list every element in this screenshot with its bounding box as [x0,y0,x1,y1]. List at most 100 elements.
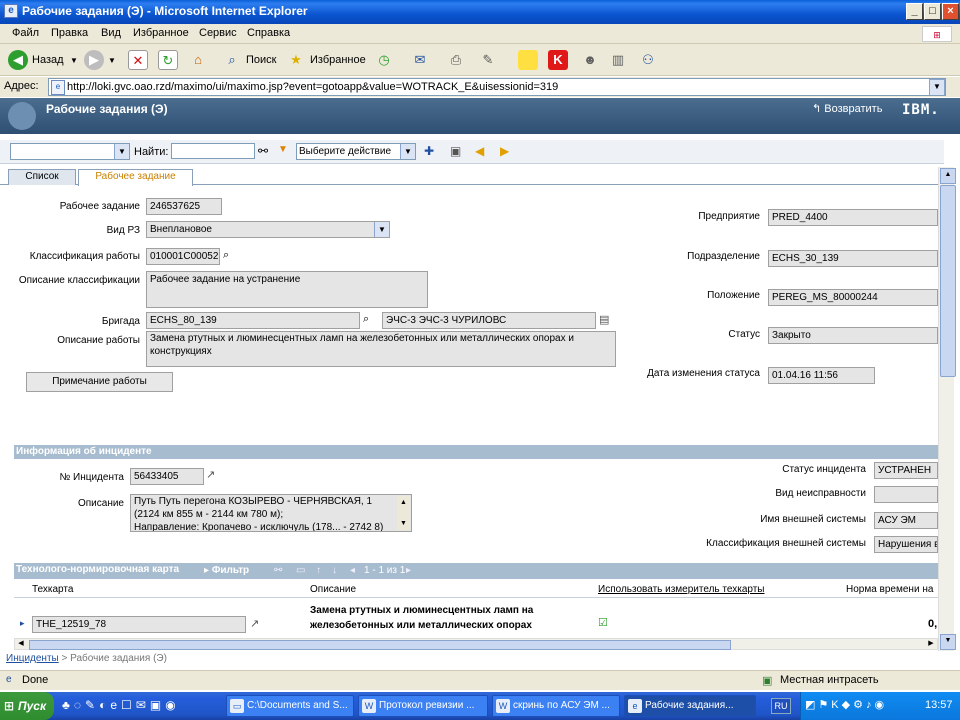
back-button[interactable]: Назад [32,54,64,66]
task-word-protocol[interactable]: W Протокол ревизии ... [358,695,488,717]
mail-icon[interactable]: ✉ [410,50,430,70]
find-dropdown-icon[interactable]: ▼ [278,144,288,155]
messenger-icon[interactable]: ☻ [580,50,600,70]
return-link[interactable]: ↰ Возвратить [812,102,882,115]
menu-help[interactable]: Справка [247,27,290,39]
next-record-icon[interactable]: ▶ [500,144,509,158]
row-use-checkbox[interactable]: ☑ [598,616,608,629]
go-to-icon[interactable]: ↗ [250,617,259,630]
quick-launch-icon[interactable]: ◌ [74,698,85,712]
binoculars-icon[interactable]: ⚯ [258,144,268,158]
previous-record-icon[interactable]: ◀ [475,144,484,158]
tray-icon[interactable]: ⚙ [853,699,866,711]
arrow-down-icon[interactable]: ↓ [332,564,337,577]
forward-dropdown-icon[interactable]: ▼ [108,56,116,65]
refresh-icon[interactable]: ↻ [158,50,178,70]
scroll-right-icon[interactable]: ▶ [925,639,937,649]
menu-file[interactable]: Файл [12,27,39,39]
language-indicator[interactable]: RU [771,698,791,714]
quick-launch-icon[interactable]: ◉ [165,698,179,712]
col-norm-header[interactable]: Норма времени на [846,584,933,595]
work-notes-button[interactable]: Примечание работы [26,372,173,392]
tab-work-order[interactable]: Рабочее задание [78,169,193,186]
research-icon[interactable]: ▥ [608,50,628,70]
scroll-down-icon[interactable]: ▼ [397,517,410,530]
ie-icon[interactable]: e [110,698,121,712]
favorites-button[interactable]: Избранное [310,54,366,66]
quick-launch-icon[interactable]: ◐ [99,698,110,712]
favorites-star-icon[interactable]: ★ [286,50,306,70]
col-desc-header[interactable]: Описание [310,584,356,595]
quick-launch-icon[interactable]: ☐ [121,698,136,712]
search-button[interactable]: Поиск [246,54,276,66]
address-dropdown-icon[interactable]: ▼ [929,79,945,95]
home-icon[interactable]: ⌂ [188,50,208,70]
action-select[interactable]: Выберите действие ▼ [296,143,416,160]
minimize-button[interactable]: _ [906,3,923,20]
back-dropdown-icon[interactable]: ▼ [70,56,78,65]
tray-icon[interactable]: ◉ [874,699,887,711]
col-use-header[interactable]: Использовать измеритель техкарты [598,584,764,595]
tray-icon[interactable]: ◆ [842,699,853,711]
save-icon[interactable]: ▣ [450,144,461,158]
quick-launch-icon[interactable]: ▣ [150,698,165,712]
close-button[interactable]: × [942,3,959,20]
search-icon[interactable]: ⌕ [222,50,242,70]
back-arrow-icon[interactable]: ◀ [8,50,28,70]
start-button[interactable]: ⊞ Пуск [0,692,54,720]
arrow-up-icon[interactable]: ↑ [316,564,321,577]
prev-page-icon[interactable]: ◂ [350,564,355,577]
notes-icon[interactable] [518,50,538,70]
menu-view[interactable]: Вид [101,27,121,39]
task-ie-workorders[interactable]: e Рабочие задания... [624,695,756,717]
quick-launch-icon[interactable]: ✉ [136,698,150,712]
query-select[interactable]: ▼ [10,143,130,160]
lookup-icon[interactable]: ⌕ [223,249,229,262]
stop-icon[interactable]: ✕ [128,50,148,70]
desc-field[interactable]: Замена ртутных и люминесцентных ламп на … [146,331,616,367]
table-row[interactable]: ▸ ТНЕ_12519_78 ↗ Замена ртутных и люмине… [14,600,938,634]
horizontal-scrollbar[interactable]: ◀ ▶ [14,638,938,650]
clear-filter-icon[interactable]: ▭ [296,564,305,577]
menu-favorites[interactable]: Избранное [133,27,189,39]
go-to-icon[interactable]: ↗ [206,468,215,481]
kaspersky-icon[interactable]: K [548,50,568,70]
scroll-left-icon[interactable]: ◀ [15,639,27,649]
col-card-header[interactable]: Техкарта [32,584,73,595]
forward-arrow-icon[interactable]: ▶ [84,50,104,70]
row-card-field[interactable]: ТНЕ_12519_78 [32,616,246,633]
menu-tools[interactable]: Сервис [199,27,237,39]
task-explorer[interactable]: ▭ C:\Documents and S... [226,695,354,717]
lookup-icon[interactable]: ⌕ [363,313,369,326]
class-field[interactable]: 010001C00052 [146,248,220,265]
tray-icon[interactable]: ⚑ [818,699,831,711]
history-icon[interactable]: ◷ [374,50,394,70]
address-input[interactable]: e http://loki.gvc.oao.rzd/maximo/ui/maxi… [48,78,946,96]
row-expand-icon[interactable]: ▸ [20,618,25,629]
tray-icon[interactable]: ◩ [805,699,818,711]
page-scrollbar[interactable]: ▲ ▼ [938,167,956,651]
scroll-up-icon[interactable]: ▲ [397,496,410,509]
tab-list[interactable]: Список [8,169,76,185]
scroll-down-icon[interactable]: ▼ [940,634,956,650]
scroll-up-icon[interactable]: ▲ [940,168,956,184]
quick-launch-icon[interactable]: ♣ [62,698,74,712]
detail-menu-icon[interactable]: ▤ [599,313,609,326]
print-icon[interactable]: ⎙ [446,50,466,70]
type-select[interactable]: Внеплановое ▼ [146,221,390,238]
kaspersky-icon[interactable]: K [831,699,841,711]
next-page-icon[interactable]: ▸ [406,564,411,577]
new-record-icon[interactable]: ✚ [424,144,434,158]
hscroll-thumb[interactable] [29,640,731,650]
quick-launch-icon[interactable]: ✎ [85,698,99,712]
maximize-button[interactable]: □ [924,3,941,20]
breadcrumb-link-incidents[interactable]: Инциденты [6,653,59,664]
vscroll-thumb[interactable] [940,185,956,377]
find-input[interactable] [171,143,255,159]
binoculars-icon[interactable]: ⚯ [274,564,282,577]
desc-scrollbar[interactable]: ▲ ▼ [397,496,410,530]
menu-edit[interactable]: Правка [51,27,88,39]
people-icon[interactable]: ⚇ [638,50,658,70]
filter-link[interactable]: ▸ Фильтр [204,564,249,577]
crew-field[interactable]: ECHS_80_139 [146,312,360,329]
